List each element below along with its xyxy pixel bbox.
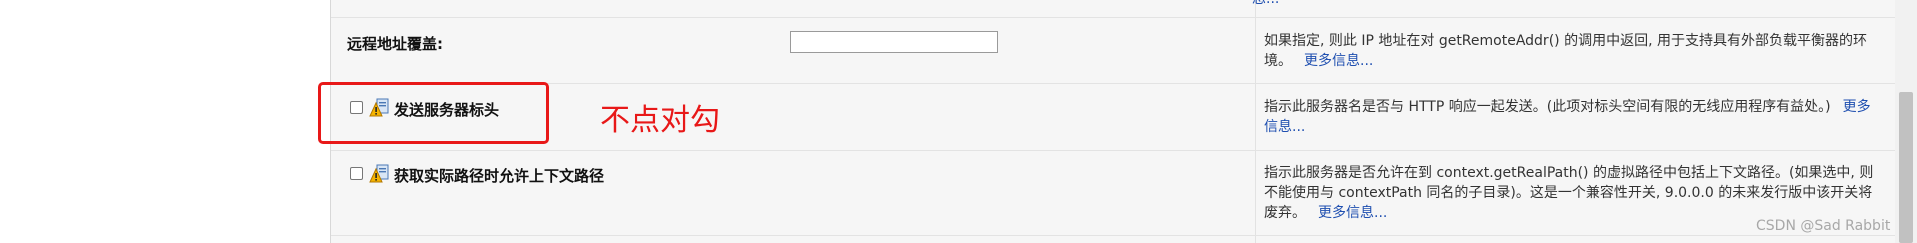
allow-context-path-description: 指示此服务器是否允许在到 context.getRealPath() 的虚拟路径… [1264,163,1876,223]
row-divider [331,17,1895,18]
remote-address-override-input[interactable] [790,31,998,53]
watermark: CSDN @Sad Rabbit [1756,218,1891,234]
annotation-text: 不点对勾 [600,103,720,138]
warning-icon [369,164,389,183]
remote-address-override-label: 远程地址覆盖: [347,35,443,53]
remote-address-more-info-link[interactable]: 更多信息... [1304,53,1373,69]
row-divider [331,235,1895,236]
annotation-highlight-box [318,82,549,144]
remote-address-override-description: 如果指定, 则此 IP 地址在对 getRemoteAddr() 的调用中返回,… [1264,31,1876,71]
send-server-header-description: 指示此服务器名是否与 HTTP 响应一起发送。(此项对标头空间有限的无线应用程序… [1264,97,1876,137]
row-divider [331,83,1895,84]
allow-context-path-more-info-link[interactable]: 更多信息... [1318,205,1387,221]
allow-context-path-checkbox[interactable] [350,167,363,180]
allow-context-path-label: 获取实际路径时允许上下文路径 [394,167,605,185]
scrollbar-thumb[interactable] [1899,92,1913,243]
row-divider [331,150,1895,151]
column-divider [1255,0,1256,243]
top-more-info-link[interactable]: 息... [1252,0,1279,8]
description-text: 指示此服务器名是否与 HTTP 响应一起发送。(此项对标头空间有限的无线应用程序… [1264,99,1831,115]
